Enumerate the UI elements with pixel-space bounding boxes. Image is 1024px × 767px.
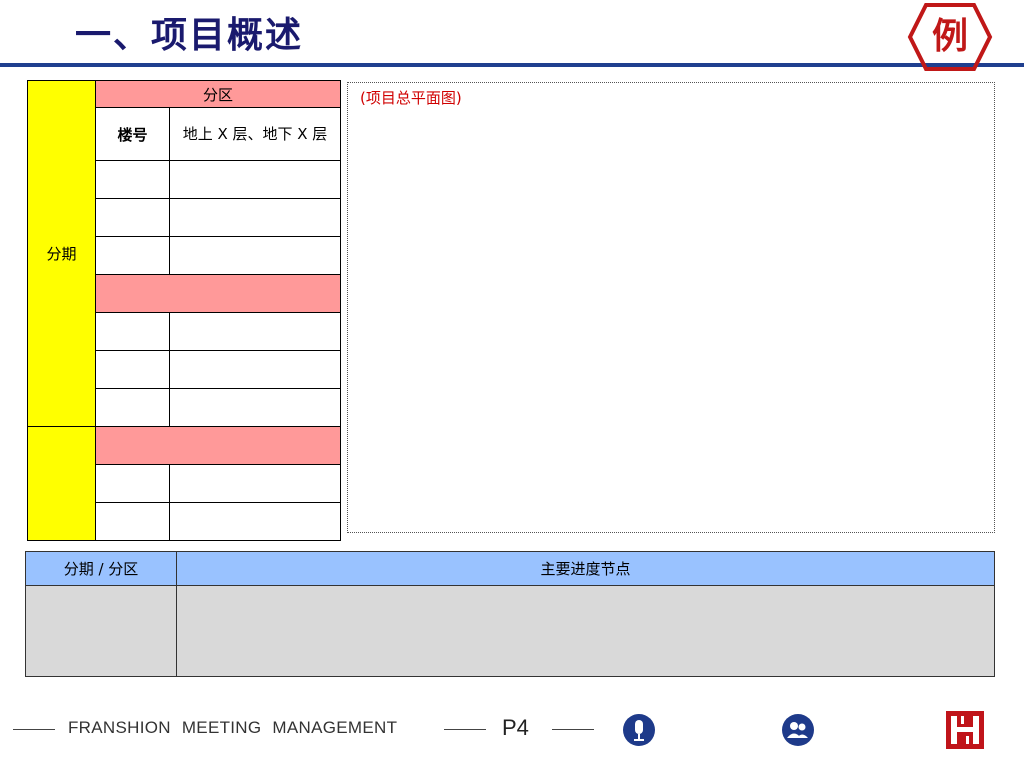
- building-cell[interactable]: [95, 312, 170, 351]
- footer-rule-right: [552, 729, 594, 730]
- building-cell[interactable]: [95, 350, 170, 389]
- schedule-phase-header: 分期 / 分区: [25, 551, 177, 586]
- floors-header: 地上 X 层、地下 X 层: [169, 107, 341, 161]
- example-badge: 例: [906, 2, 994, 72]
- microphone-icon: [623, 714, 655, 746]
- footer-brand-text: FRANSHION MEETING MANAGEMENT: [68, 718, 398, 737]
- schedule-milestone-cell[interactable]: [176, 585, 995, 677]
- site-plan-area[interactable]: (项目总平面图): [347, 82, 995, 533]
- floors-cell[interactable]: [169, 502, 341, 541]
- schedule-table: 分期 / 分区 主要进度节点: [25, 551, 995, 677]
- building-number-header: 楼号: [95, 107, 170, 161]
- floors-cell[interactable]: [169, 350, 341, 389]
- building-cell[interactable]: [95, 388, 170, 427]
- phase-label: 分期: [46, 245, 77, 263]
- example-badge-label: 例: [931, 16, 968, 57]
- schedule-phase-cell[interactable]: [25, 585, 177, 677]
- page-number: P4: [502, 715, 529, 740]
- footer-rule-mid: [444, 729, 486, 730]
- phase-label-cell: 分期: [27, 80, 96, 427]
- people-icon: [782, 714, 814, 746]
- building-cell[interactable]: [95, 502, 170, 541]
- building-cell[interactable]: [95, 464, 170, 503]
- site-plan-caption: (项目总平面图): [360, 89, 462, 107]
- franshion-logo: [946, 711, 984, 749]
- title-rule: [0, 63, 1024, 67]
- building-cell[interactable]: [95, 236, 170, 275]
- zone-bar: [95, 426, 341, 465]
- floors-cell[interactable]: [169, 388, 341, 427]
- floors-cell[interactable]: [169, 464, 341, 503]
- page-title: 一、项目概述: [75, 15, 304, 56]
- floors-cell[interactable]: [169, 312, 341, 351]
- phase-cell-2: [27, 426, 96, 541]
- floors-cell[interactable]: [169, 236, 341, 275]
- zone-bar: [95, 274, 341, 313]
- floors-cell[interactable]: [169, 160, 341, 199]
- building-cell[interactable]: [95, 198, 170, 237]
- building-table: 分期 分区 楼号 地上 X 层、地下 X 层: [27, 80, 341, 541]
- schedule-milestone-header: 主要进度节点: [176, 551, 995, 586]
- building-cell[interactable]: [95, 160, 170, 199]
- footer-rule-left: [13, 729, 55, 730]
- zone-header: 分区: [95, 80, 341, 108]
- floors-cell[interactable]: [169, 198, 341, 237]
